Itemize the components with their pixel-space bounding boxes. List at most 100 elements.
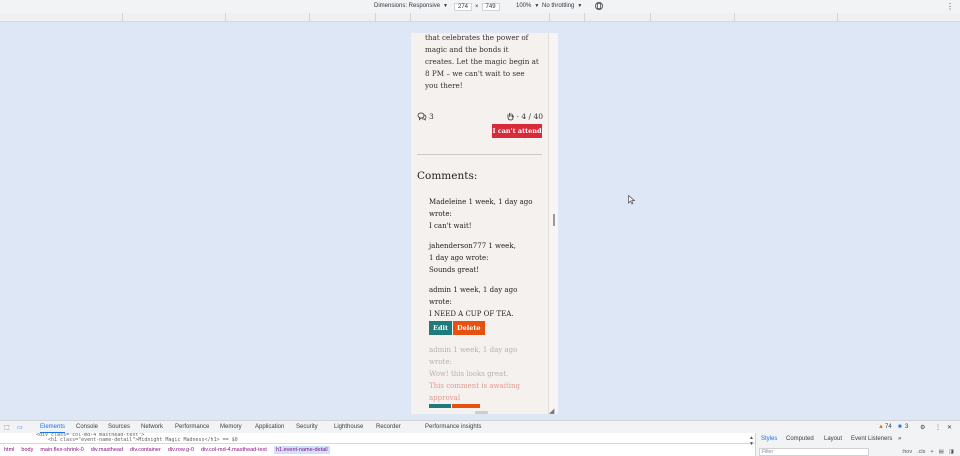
tab-computed[interactable]: Computed [786, 436, 814, 442]
breadcrumb-item[interactable]: div.row.g-0 [168, 447, 194, 453]
rotate-icon[interactable] [594, 1, 604, 11]
description-line: you there! [425, 81, 463, 90]
zoom-select[interactable]: 100% ▼ [516, 3, 539, 9]
more-tabs-icon[interactable]: » [898, 436, 901, 442]
ruler-tick [734, 13, 735, 22]
tab-layout[interactable]: Layout [824, 436, 842, 442]
tab-recorder[interactable]: Recorder [376, 424, 401, 430]
issues-icon[interactable]: ■ [898, 424, 902, 430]
comment-body: I can't wait! [429, 222, 472, 230]
elements-tree[interactable]: <div class="col-md-4 masthead-text"> <h1… [0, 433, 755, 443]
ruler-tick [309, 13, 310, 22]
cls-toggle[interactable]: .cls [917, 449, 925, 455]
tab-event-listeners[interactable]: Event Listeners [851, 436, 892, 442]
comment-wrote: wrote: [429, 210, 452, 218]
comment-count-value: 3 [429, 112, 434, 121]
tab-memory[interactable]: Memory [220, 424, 242, 430]
styles-pane: Styles Computed Layout Event Listeners »… [755, 433, 960, 456]
times-symbol: × [475, 4, 479, 10]
dimensions-label: Dimensions: Responsive [374, 3, 441, 9]
styles-filter-input[interactable]: Filter [759, 448, 869, 456]
warning-icon[interactable]: ▲ [878, 424, 884, 430]
comments-heading: Comments: [417, 170, 478, 182]
ruler-tick [584, 13, 585, 22]
chevron-down-icon: ▼ [534, 3, 540, 9]
comment-author: admin 1 week, 1 day ago [429, 286, 518, 294]
delete-comment-button[interactable] [452, 404, 480, 408]
resize-handle-icon[interactable]: ◢ [549, 408, 556, 415]
mouse-cursor-icon [628, 195, 636, 205]
comment-wrote: wrote: [429, 298, 452, 306]
sidebar-toggle-icon[interactable]: ◨ [949, 449, 954, 455]
splitter-arrows-icon[interactable]: ▲ ▼ [749, 435, 754, 447]
height-input[interactable]: 749 [481, 3, 500, 11]
settings-gear-icon[interactable]: ⚙ [920, 424, 925, 431]
device-toolbar-toggle-icon[interactable]: ▭ [17, 424, 23, 431]
comment-author: admin 1 week, 1 day ago [429, 346, 518, 354]
hov-toggle[interactable]: :hov [902, 449, 912, 455]
attendance-value: · 4 / 40 [516, 112, 543, 121]
computed-styles-icon[interactable]: ▤ [939, 449, 944, 455]
issues-count[interactable]: 3 [905, 424, 908, 430]
tab-lighthouse[interactable]: Lighthouse [334, 424, 363, 430]
breadcrumb-item[interactable]: body [21, 447, 33, 453]
more-options-icon[interactable]: ⋮ [946, 2, 954, 11]
delete-comment-button[interactable]: Delete [452, 321, 485, 335]
comment-author: Madeleine 1 week, 1 day ago [429, 198, 533, 206]
close-icon[interactable]: ✕ [947, 424, 952, 431]
tab-elements[interactable]: Elements [40, 424, 66, 433]
breadcrumb-item[interactable]: html [4, 447, 14, 453]
breadcrumb-item-active[interactable]: h1.event-name-detail [273, 446, 330, 454]
breadcrumb-item[interactable]: main.flex-shrink-0 [40, 447, 83, 453]
tab-sources[interactable]: Sources [108, 424, 130, 430]
ruler-tick [650, 13, 651, 22]
description-line: creates. Let the magic begin at [425, 57, 539, 66]
comments-icon [417, 112, 427, 121]
cant-attend-button[interactable]: I can't attend [492, 124, 542, 138]
description-line: 8 PM – we can't wait to see [425, 69, 525, 78]
scroll-indicator [475, 411, 488, 414]
tab-performance-insights[interactable]: Performance insights [425, 424, 481, 430]
device-toolbar: Dimensions: Responsive ▼ 274 × 749 100% … [0, 0, 960, 13]
more-options-icon[interactable]: ⋮ [935, 424, 941, 431]
comment-body: Wow! this looks great. [429, 370, 509, 378]
comment-body: I NEED A CUP OF TEA. [429, 310, 514, 318]
comment-item: Madeleine 1 week, 1 day ago wrote: I can… [429, 196, 544, 232]
comment-body: Sounds great! [429, 266, 480, 274]
media-query-ruler [0, 13, 960, 22]
comment-item-pending: admin 1 week, 1 day ago wrote: Wow! this… [429, 344, 544, 408]
tab-styles[interactable]: Styles [761, 436, 777, 442]
divider [417, 154, 542, 155]
ruler-tick [375, 13, 376, 22]
breadcrumb-item[interactable]: div.col-md-4.masthead-text [201, 447, 267, 453]
edit-comment-button[interactable]: Edit [429, 321, 452, 335]
comment-item: admin 1 week, 1 day ago wrote: I NEED A … [429, 284, 544, 335]
ruler-tick [225, 13, 226, 22]
inspect-element-icon[interactable]: ⬚ [4, 424, 10, 431]
breadcrumb-item[interactable]: div.masthead [91, 447, 123, 453]
attendance: · 4 / 40 [506, 112, 543, 121]
throttling-select[interactable]: No throttling ▼ [542, 3, 582, 9]
tab-network[interactable]: Network [141, 424, 163, 430]
chevron-down-icon: ▼ [443, 3, 448, 9]
tab-security[interactable]: Security [296, 424, 318, 430]
new-rule-icon[interactable]: + [930, 449, 933, 455]
ruler-tick [122, 13, 123, 22]
awaiting-approval-note: This comment is awaiting [429, 382, 521, 390]
breadcrumb-item[interactable]: div.container [130, 447, 161, 453]
tab-application[interactable]: Application [255, 424, 284, 430]
dimensions-select[interactable]: Dimensions: Responsive ▼ [374, 3, 448, 9]
throttling-label: No throttling [542, 3, 575, 9]
width-input[interactable]: 274 [454, 3, 473, 11]
scrollbar-thumb[interactable] [553, 214, 555, 226]
tab-console[interactable]: Console [76, 424, 98, 430]
event-meta-row: 3 · 4 / 40 [417, 112, 543, 122]
event-card: that celebrates the power of magic and t… [411, 33, 549, 414]
tab-performance[interactable]: Performance [175, 424, 209, 430]
comment-count: 3 [417, 112, 434, 121]
ruler-tick [549, 13, 550, 22]
edit-comment-button[interactable] [429, 404, 451, 408]
warning-count[interactable]: 74 [885, 424, 892, 430]
comment-author: jahenderson777 1 week, [429, 242, 516, 250]
zoom-label: 100% [516, 3, 532, 9]
